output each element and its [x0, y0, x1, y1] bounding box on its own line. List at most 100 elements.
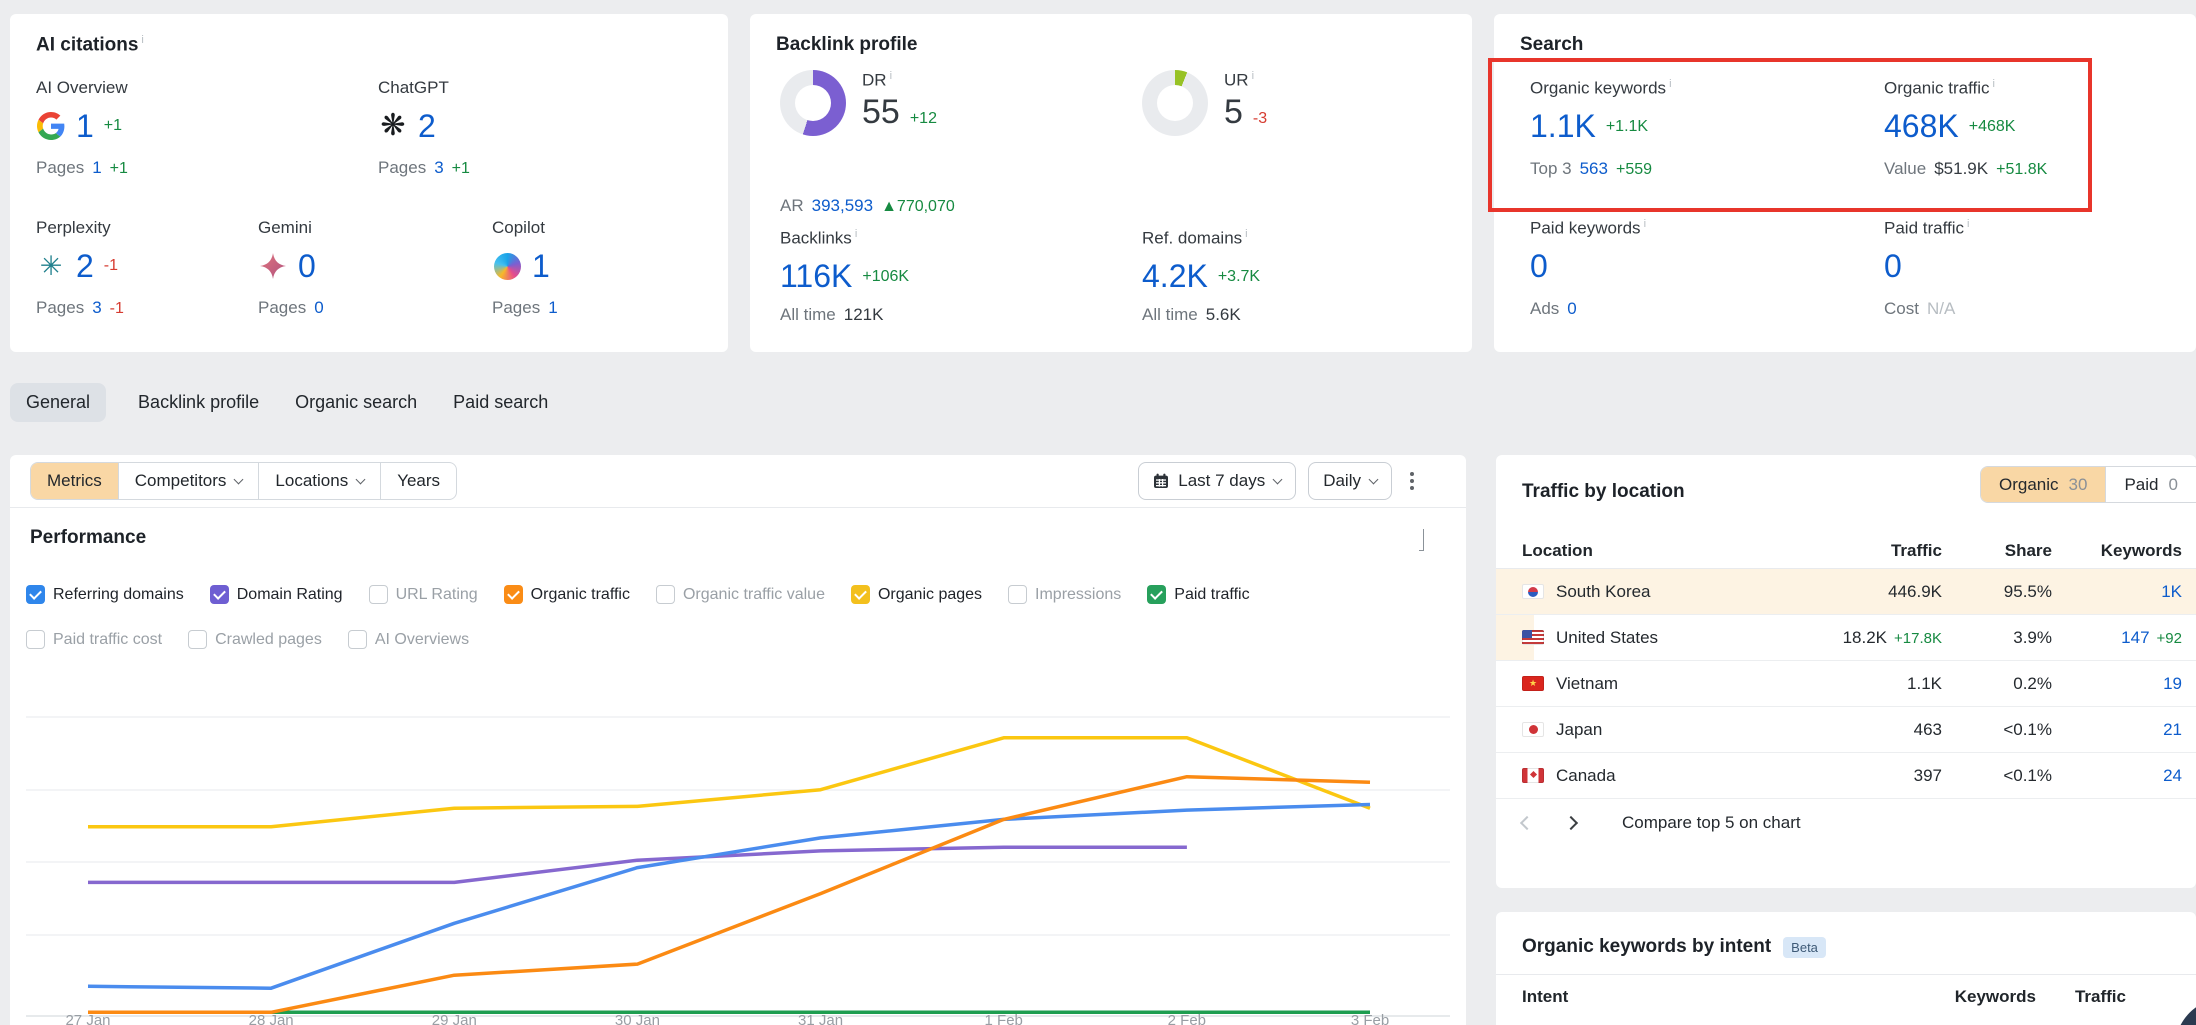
metric-checkbox-impressions[interactable]: Impressions — [1008, 585, 1121, 604]
tab-backlink-profile[interactable]: Backlink profile — [134, 383, 263, 422]
paid-traffic-value[interactable]: 0 — [1884, 248, 1902, 285]
checked-checkbox-icon[interactable] — [26, 585, 45, 604]
info-icon[interactable]: i — [141, 34, 143, 46]
location-row-ca[interactable]: Canada397<0.1%24 — [1496, 753, 2196, 799]
metric-label: ChatGPT — [378, 78, 678, 98]
unchecked-checkbox-icon[interactable] — [1008, 585, 1027, 604]
metric-checkbox-organic-traffic-value[interactable]: Organic traffic value — [656, 585, 825, 604]
ref-domains-value[interactable]: 4.2K — [1142, 258, 1208, 295]
prev-page-icon[interactable] — [1520, 816, 1534, 830]
segment-metrics[interactable]: Metrics — [31, 463, 119, 499]
cost-value: N/A — [1927, 299, 1955, 319]
unchecked-checkbox-icon[interactable] — [656, 585, 675, 604]
pages-count[interactable]: 0 — [314, 298, 323, 318]
search-card: Search Organic keywordsi 1.1K +1.1K Top … — [1494, 14, 2196, 352]
x-tick-label: 28 Jan — [231, 1012, 311, 1025]
metric-checkbox-label: Paid traffic — [1174, 586, 1249, 604]
metric-checkbox-domain-rating[interactable]: Domain Rating — [210, 585, 343, 604]
metric-checkbox-url-rating[interactable]: URL Rating — [369, 585, 478, 604]
backlink-profile-card: Backlink profile DRi 55 +12 AR 393,593 ▲… — [750, 14, 1472, 352]
segment-years[interactable]: Years — [381, 463, 456, 499]
pages-delta: -1 — [110, 300, 124, 318]
checked-checkbox-icon[interactable] — [210, 585, 229, 604]
tab-paid-search[interactable]: Paid search — [449, 383, 552, 422]
pages-count[interactable]: 1 — [92, 158, 101, 178]
keywords-count-link[interactable]: 1K — [2161, 582, 2182, 601]
segment-competitors[interactable]: Competitors — [119, 463, 260, 499]
keywords-count-link[interactable]: 24 — [2163, 766, 2182, 785]
organic-keywords-value[interactable]: 1.1K — [1530, 108, 1596, 145]
pages-count[interactable]: 1 — [548, 298, 557, 318]
backlinks-value[interactable]: 116K — [780, 258, 852, 295]
ar-value[interactable]: 393,593 — [812, 196, 873, 216]
metric-label: Gemini — [258, 218, 468, 238]
granularity-button[interactable]: Daily — [1308, 462, 1392, 500]
metric-checkbox-paid-traffic[interactable]: Paid traffic — [1147, 585, 1249, 604]
keywords-count-link[interactable]: 19 — [2163, 674, 2182, 693]
metric-checkbox-label: Organic traffic — [531, 586, 630, 604]
traffic-by-location-title: Traffic by location — [1522, 481, 1685, 503]
top3-count[interactable]: 563 — [1580, 159, 1608, 179]
toggle-organic[interactable]: Organic30 — [1981, 467, 2106, 502]
location-table-header: Location Traffic Share Keywords — [1496, 533, 2196, 569]
location-row-kr[interactable]: South Korea446.9K95.5%1K — [1496, 569, 2196, 615]
pages-count[interactable]: 3 — [434, 158, 443, 178]
unchecked-checkbox-icon[interactable] — [369, 585, 388, 604]
collapse-section-button[interactable] — [1419, 531, 1424, 549]
date-range-button[interactable]: Last 7 days — [1138, 462, 1296, 500]
metric-organic-keywords: Organic keywordsi 1.1K +1.1K Top 3563+55… — [1530, 78, 1830, 179]
traffic-by-location-panel: Traffic by location Organic30 Paid0 Loca… — [1496, 455, 2196, 888]
next-page-icon[interactable] — [1564, 816, 1578, 830]
metric-paid-keywords: Paid keywordsi 0 Ads0 — [1530, 218, 1830, 319]
tab-organic-search[interactable]: Organic search — [291, 383, 421, 422]
keywords-by-intent-title: Organic keywords by intent — [1522, 936, 1771, 958]
segment-locations[interactable]: Locations — [259, 463, 381, 499]
tab-general[interactable]: General — [10, 383, 106, 422]
checked-checkbox-icon[interactable] — [851, 585, 870, 604]
location-row-us[interactable]: United States18.2K+17.8K3.9%147+92 — [1496, 615, 2196, 661]
paid-keywords-value[interactable]: 0 — [1530, 248, 1548, 285]
pages-count[interactable]: 3 — [92, 298, 101, 318]
share-value: <0.1% — [1942, 720, 2052, 740]
pages-delta: +1 — [110, 160, 128, 178]
pages-delta: +1 — [452, 160, 470, 178]
dr-label: DRi — [862, 70, 937, 91]
checked-checkbox-icon[interactable] — [504, 585, 523, 604]
ar-delta: ▲770,070 — [881, 198, 955, 216]
compare-top5-link[interactable]: Compare top 5 on chart — [1622, 813, 1801, 833]
more-options-button[interactable] — [1404, 466, 1420, 496]
copilot-icon — [492, 250, 522, 282]
metric-delta: +1 — [104, 117, 122, 135]
checked-checkbox-icon[interactable] — [1147, 585, 1166, 604]
metric-value[interactable]: 2 — [76, 248, 94, 285]
country-name: South Korea — [1556, 582, 1651, 602]
ads-count[interactable]: 0 — [1567, 299, 1576, 319]
keywords-count-link[interactable]: 21 — [2163, 720, 2182, 739]
ahrefs-overview-page: AI citationsi AI Overview 1 +1 Pages1+1 … — [0, 0, 2196, 1025]
metric-label: Copilot — [492, 218, 702, 238]
traffic-value-usd: $51.9K — [1934, 159, 1988, 179]
location-row-jp[interactable]: Japan463<0.1%21 — [1496, 707, 2196, 753]
toggle-paid[interactable]: Paid0 — [2106, 467, 2196, 502]
x-tick-label: 29 Jan — [414, 1012, 494, 1025]
organic-traffic-value[interactable]: 468K — [1884, 108, 1959, 145]
metric-value[interactable]: 0 — [298, 248, 316, 285]
metric-checkbox-label: Organic traffic value — [683, 586, 825, 604]
metric-ref-domains: Ref. domainsi 4.2K +3.7K All time5.6K — [1142, 228, 1442, 325]
chatgpt-icon — [378, 110, 408, 142]
metric-checkbox-organic-pages[interactable]: Organic pages — [851, 585, 982, 604]
ur-label: URi — [1224, 70, 1267, 91]
location-row-vn[interactable]: Vietnam1.1K0.2%19 — [1496, 661, 2196, 707]
keywords-count-link[interactable]: 147 — [2121, 628, 2149, 647]
share-value: 3.9% — [1942, 628, 2052, 648]
performance-line-chart[interactable] — [10, 645, 1466, 1025]
metric-value[interactable]: 1 — [532, 248, 550, 285]
section-tabs: General Backlink profile Organic search … — [10, 383, 552, 422]
metric-value[interactable]: 2 — [418, 108, 436, 145]
ref-domains-alltime: 5.6K — [1206, 305, 1241, 325]
metric-checkbox-referring-domains[interactable]: Referring domains — [26, 585, 184, 604]
metric-value[interactable]: 1 — [76, 108, 94, 145]
metric-organic-traffic: Organic traffici 468K +468K Value$51.9K+… — [1884, 78, 2184, 179]
metric-checkbox-organic-traffic[interactable]: Organic traffic — [504, 585, 630, 604]
pages-label: Pages — [258, 298, 306, 318]
